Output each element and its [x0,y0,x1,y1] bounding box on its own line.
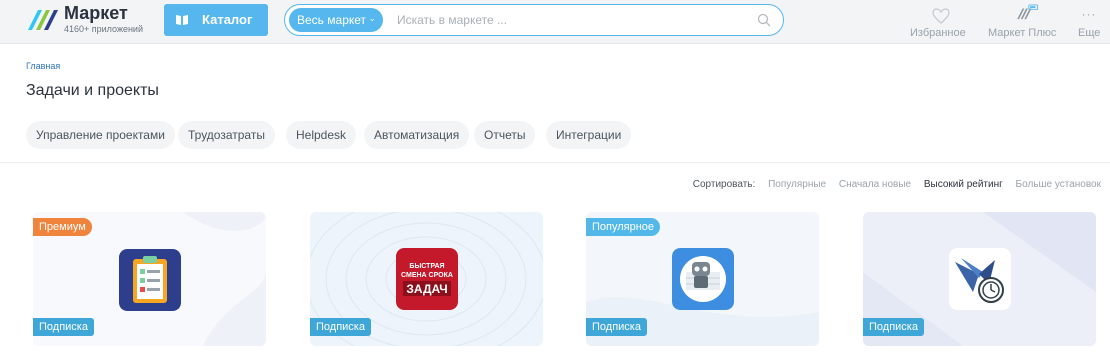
nav-favorites[interactable]: Избранное [910,8,972,39]
subscription-badge: Подписка [586,318,647,336]
app-card[interactable]: Премиум Подписка [33,212,266,346]
premium-badge: Премиум [33,218,92,236]
logo-subtitle: 4160+ приложений [64,24,143,34]
icon-text-line3: ЗАДАЧ [406,282,447,296]
sort-top-rated[interactable]: Высокий рейтинг [924,179,1003,190]
tag-project-management[interactable]: Управление проектами [26,121,175,149]
book-icon [176,15,188,25]
app-card[interactable]: БЫСТРАЯ СМЕНА СРОКА ЗАДАЧ Подписка [310,212,543,346]
heart-icon [932,8,950,24]
more-icon: ··· [1081,7,1097,21]
tag-reports[interactable]: Отчеты [474,121,536,149]
search-input[interactable] [397,11,727,29]
nav-market-plus-label: Маркет Плюс [988,27,1057,39]
nav-more[interactable]: ··· Еще [1076,7,1102,39]
market-logo-icon[interactable] [26,6,60,32]
chevron-down-icon: ⌄ [368,13,376,23]
icon-text-line1: БЫСТРАЯ [409,263,444,270]
nav-more-label: Еще [1078,27,1101,39]
search-bar: Весь маркет ⌄ [284,4,784,36]
app-card[interactable]: Популярное Подписка [586,212,819,346]
fast-deadline-icon: БЫСТРАЯ СМЕНА СРОКА ЗАДАЧ [395,248,458,310]
robot-table-icon [671,248,734,310]
search-scope-label: Весь маркет [297,13,367,27]
sort-bar: Сортировать: Популярные Сначала новые Вы… [693,179,1101,190]
logo-title[interactable]: Маркет [64,3,128,24]
subscription-badge: Подписка [33,318,94,336]
app-card[interactable]: Подписка [863,212,1096,346]
popular-badge: Популярное [586,218,661,236]
sort-newest[interactable]: Сначала новые [839,179,911,190]
tag-helpdesk[interactable]: Helpdesk [286,121,357,149]
search-scope-select[interactable]: Весь маркет ⌄ [289,8,383,32]
tag-time-tracking[interactable]: Трудозатраты [178,121,275,149]
breadcrumb-home[interactable]: Главная [26,61,60,71]
bird-clock-icon [948,248,1011,310]
nav-favorites-label: Избранное [910,27,966,39]
sort-popular[interactable]: Популярные [768,179,826,190]
tag-automation[interactable]: Автоматизация [364,121,470,149]
icon-text-line2: СМЕНА СРОКА [401,272,453,279]
page-title: Задачи и проекты [26,82,159,99]
market-plus-icon [1017,4,1039,20]
subscription-badge: Подписка [863,318,924,336]
checklist-icon [118,249,181,311]
tag-integrations[interactable]: Интеграции [546,121,632,149]
subscription-badge: Подписка [310,318,371,336]
nav-market-plus[interactable]: Маркет Плюс [988,4,1066,39]
top-bar: Маркет 4160+ приложений Каталог Весь мар… [0,0,1110,44]
divider [0,162,1110,163]
search-icon[interactable] [757,13,771,27]
catalog-label: Каталог [202,12,253,27]
sort-most-installs[interactable]: Больше установок [1016,179,1101,190]
sort-label: Сортировать: [692,179,756,190]
catalog-button[interactable]: Каталог [164,4,268,36]
